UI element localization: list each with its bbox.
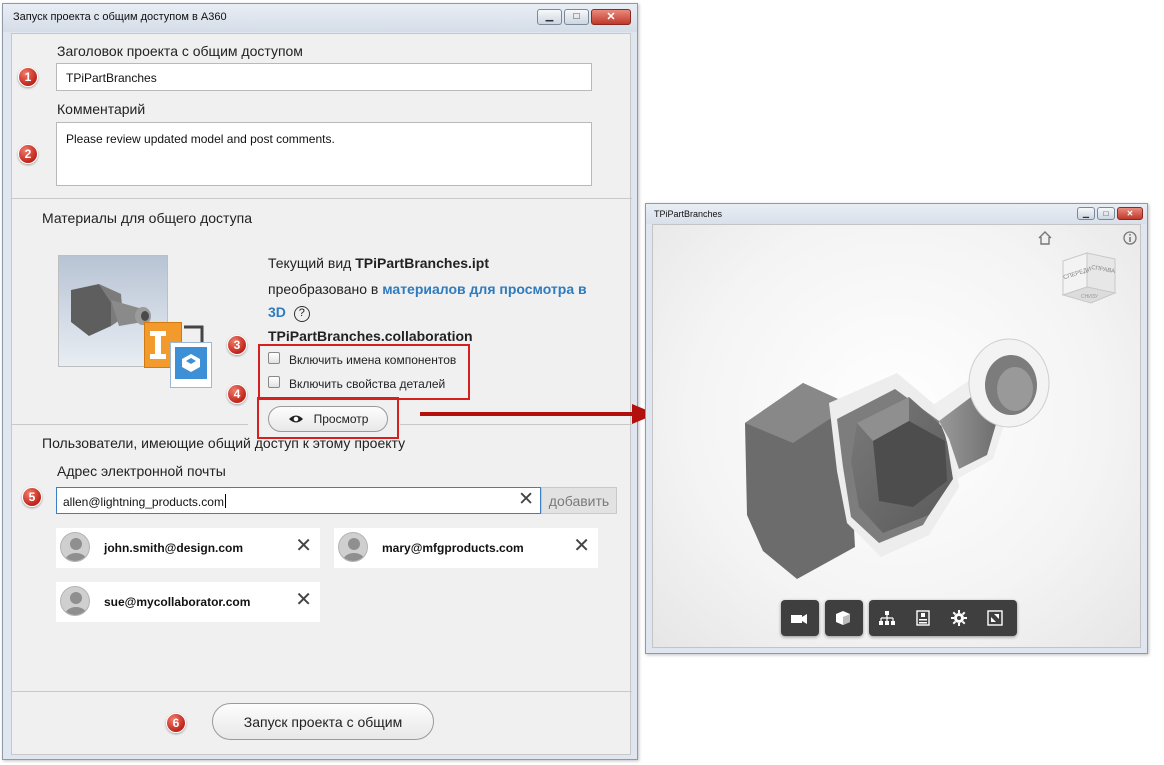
collaboration-file-icon [170, 342, 212, 388]
comment-value: Please review updated model and post com… [66, 132, 335, 146]
close-button[interactable]: ✕ [591, 9, 631, 25]
structure-icon[interactable] [869, 600, 905, 636]
close-icon: ✕ [1126, 208, 1134, 218]
viewer-maximize-button[interactable]: □ [1097, 207, 1115, 220]
launch-shared-project-button[interactable]: Запуск проекта с общим [212, 703, 434, 740]
project-title-label: Заголовок проекта с общим доступом [57, 43, 303, 59]
preview-highlight-box [257, 397, 399, 439]
comment-label: Комментарий [57, 101, 146, 117]
dialog-title: Запуск проекта с общим доступом в A360 [13, 11, 227, 23]
camera-toolbar-group [781, 600, 819, 636]
avatar [60, 532, 90, 562]
close-icon: ✕ [606, 10, 616, 23]
launch-button-label: Запуск проекта с общим [243, 713, 403, 730]
shared-user-email: mary@mfgproducts.com [382, 541, 524, 555]
minimize-button[interactable]: ▁ [537, 9, 562, 25]
dialog-titlebar: Запуск проекта с общим доступом в A360 ▁… [3, 4, 637, 32]
email-label: Адрес электронной почты [57, 463, 226, 479]
add-user-button-label: добавить [548, 492, 610, 509]
model-viewer-window: TPiPartBranches ▁ □ ✕ СПЕРЕДИ СПРАВА СНИ… [645, 203, 1148, 654]
shared-user-card: mary@mfgproducts.com ✕ [334, 528, 598, 568]
annotation-badge-5: 5 [22, 487, 42, 507]
shared-user-card: sue@mycollaborator.com ✕ [56, 582, 320, 622]
viewer-title: TPiPartBranches [654, 209, 723, 219]
collaboration-file-name: TPiPartBranches.collaboration [268, 328, 473, 344]
current-view-file: TPiPartBranches.ipt [355, 255, 490, 271]
share-project-dialog: Запуск проекта с общим доступом в A360 ▁… [2, 3, 638, 760]
annotation-badge-4: 4 [227, 384, 247, 404]
view-cube-bottom: СНИЗУ [1081, 294, 1098, 300]
annotation-badge-1: 1 [18, 67, 38, 87]
remove-user-icon[interactable]: ✕ [573, 536, 590, 556]
annotation-badge-3: 3 [227, 335, 247, 355]
maximize-icon: □ [573, 11, 580, 22]
3d-model [745, 338, 1050, 579]
annotation-badge-6: 6 [166, 713, 186, 733]
avatar [338, 532, 368, 562]
viewer-titlebar: TPiPartBranches ▁ □ ✕ [646, 204, 1147, 224]
comment-textarea[interactable]: Please review updated model and post com… [56, 122, 592, 186]
view-cube[interactable]: СПЕРЕДИ СПРАВА СНИЗУ [1057, 247, 1121, 309]
project-title-input[interactable]: TPiPartBranches [56, 63, 592, 91]
fullscreen-icon[interactable] [977, 600, 1013, 636]
help-glyph: ? [298, 307, 305, 319]
settings-icon[interactable] [941, 600, 977, 636]
remove-user-icon[interactable]: ✕ [295, 590, 312, 610]
camera-icon[interactable] [781, 600, 817, 636]
maximize-icon: □ [1103, 208, 1109, 218]
current-view-line: Текущий вид TPiPartBranches.ipt [268, 255, 489, 271]
section-divider [12, 691, 632, 692]
checkbox-highlight-box [258, 344, 470, 400]
model-toolbar-group [825, 600, 863, 636]
viewer-canvas[interactable]: СПЕРЕДИ СПРАВА СНИЗУ [652, 224, 1141, 648]
cube-icon[interactable] [825, 600, 861, 636]
current-view-prefix: Текущий вид [268, 255, 356, 271]
maximize-button[interactable]: □ [564, 9, 589, 25]
properties-icon[interactable] [905, 600, 941, 636]
section-divider [12, 424, 248, 425]
viewer-minimize-button[interactable]: ▁ [1077, 207, 1095, 220]
email-value: allen@lightning_products.com [63, 495, 224, 509]
minimize-icon: ▁ [545, 11, 554, 22]
project-title-value: TPiPartBranches [66, 71, 157, 85]
annotation-badge-2: 2 [18, 144, 38, 164]
remove-user-icon[interactable]: ✕ [295, 536, 312, 556]
clear-email-icon[interactable]: ✕ [518, 490, 534, 509]
shared-user-email: john.smith@design.com [104, 541, 244, 555]
annotation-arrow [420, 404, 656, 424]
shared-user-card: john.smith@design.com ✕ [56, 528, 320, 568]
converted-prefix: преобразовано в [268, 281, 383, 297]
shared-user-email: sue@mycollaborator.com [104, 595, 251, 609]
add-user-button[interactable]: добавить [541, 487, 617, 514]
help-icon[interactable]: ? [293, 306, 310, 322]
converted-line: преобразовано в материалов для просмотра… [268, 278, 608, 324]
section-divider [12, 198, 632, 199]
dialog-body: Заголовок проекта с общим доступом TPiPa… [11, 33, 632, 755]
viewer-close-button[interactable]: ✕ [1117, 207, 1143, 220]
email-input[interactable]: allen@lightning_products.com ✕ [56, 487, 541, 514]
info-icon[interactable] [1123, 231, 1137, 245]
text-cursor [224, 494, 226, 508]
users-heading: Пользователи, имеющие общий доступ к это… [42, 435, 406, 451]
minimize-icon: ▁ [1082, 208, 1090, 218]
materials-heading: Материалы для общего доступа [42, 210, 252, 226]
home-icon[interactable] [1037, 231, 1053, 245]
tools-toolbar-group [869, 600, 1017, 636]
avatar [60, 586, 90, 616]
